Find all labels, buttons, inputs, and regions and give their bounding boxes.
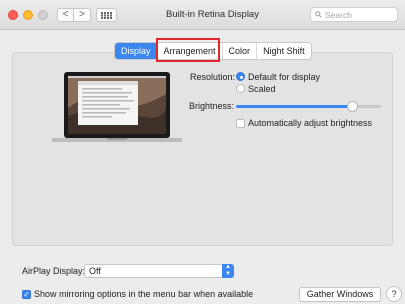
tab-night-shift[interactable]: Night Shift [256, 43, 311, 59]
back-button[interactable]: < [57, 8, 74, 22]
title-bar: < > Built-in Retina Display Search [0, 0, 405, 30]
airplay-display-value: Off [89, 266, 101, 276]
resolution-label: Resolution: [190, 72, 236, 82]
tab-bar: Display Arrangement Color Night Shift [114, 42, 312, 60]
brightness-slider[interactable] [236, 101, 381, 112]
chevron-updown-icon: ▲ ▼ [222, 264, 234, 278]
resolution-default-radio[interactable] [236, 72, 245, 81]
search-field[interactable]: Search [310, 7, 398, 22]
resolution-default-label: Default for display [248, 72, 321, 82]
tab-arrangement[interactable]: Arrangement [156, 43, 222, 59]
brightness-slider-fill [236, 105, 352, 108]
auto-brightness-label: Automatically adjust brightness [248, 118, 373, 128]
display-preferences-window: < > Built-in Retina Display Search Displ… [0, 0, 405, 304]
forward-button[interactable]: > [74, 8, 91, 22]
show-all-button[interactable] [96, 8, 117, 22]
gather-windows-button[interactable]: Gather Windows [299, 287, 381, 302]
zoom-button[interactable] [38, 10, 48, 20]
airplay-display-select[interactable]: Off ▲ ▼ [84, 264, 234, 278]
chevron-left-icon: < [62, 9, 69, 20]
tab-color[interactable]: Color [221, 43, 257, 59]
brightness-slider-thumb[interactable] [347, 101, 358, 112]
resolution-scaled-label: Scaled [248, 84, 276, 94]
checkmark-icon: ✓ [23, 290, 30, 299]
search-placeholder: Search [325, 9, 352, 20]
search-icon [315, 11, 322, 18]
minimize-button[interactable] [23, 10, 33, 20]
auto-brightness-checkbox[interactable] [236, 119, 245, 128]
grid-icon [101, 11, 112, 19]
laptop-display-image [52, 72, 182, 142]
resolution-scaled-radio[interactable] [236, 84, 245, 93]
help-button[interactable]: ? [386, 286, 402, 302]
mirroring-checkbox[interactable]: ✓ [22, 290, 31, 299]
window-title: Built-in Retina Display [166, 9, 259, 20]
tab-display[interactable]: Display [115, 43, 157, 59]
chevron-right-icon: > [79, 9, 85, 20]
close-button[interactable] [8, 10, 18, 20]
mirroring-label: Show mirroring options in the menu bar w… [34, 289, 254, 299]
airplay-display-label: AirPlay Display: [22, 266, 86, 276]
brightness-label: Brightness: [189, 101, 235, 111]
